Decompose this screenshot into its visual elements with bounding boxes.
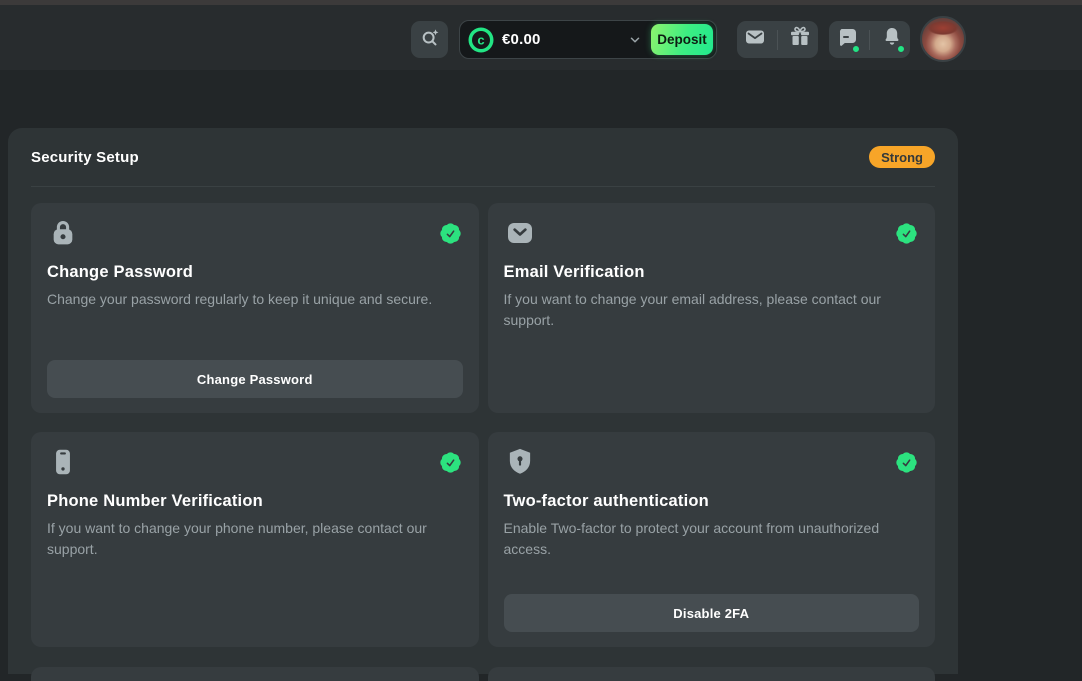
header-divider — [31, 186, 935, 187]
next-cards-row-partial — [31, 667, 935, 681]
card-top-row — [504, 446, 920, 478]
verified-check-badge — [438, 450, 463, 475]
partial-card — [31, 667, 479, 681]
verified-check-badge — [894, 221, 919, 246]
group-divider — [869, 30, 870, 50]
lock-icon — [47, 217, 79, 249]
gift-button[interactable] — [785, 25, 815, 55]
card-email-verification: Email Verification If you want to change… — [488, 203, 936, 413]
deposit-button[interactable]: Deposit — [651, 24, 713, 55]
card-change-password: Change Password Change your password reg… — [31, 203, 479, 413]
card-title: Email Verification — [504, 263, 920, 282]
chat-bell-group — [829, 21, 910, 58]
security-setup-panel: Security Setup Strong Change — [8, 128, 958, 674]
security-strength-badge: Strong — [869, 146, 935, 168]
card-description: If you want to change your email address… — [504, 289, 920, 331]
card-description: Change your password regularly to keep i… — [47, 289, 463, 310]
partial-card — [488, 667, 936, 681]
mail-icon — [743, 25, 767, 54]
card-phone-verification: Phone Number Verification If you want to… — [31, 432, 479, 647]
mail-gift-group — [737, 21, 818, 58]
mail-button[interactable] — [740, 25, 770, 55]
shield-keyhole-icon — [504, 446, 536, 478]
card-title: Two-factor authentication — [504, 492, 920, 511]
bell-notification-dot — [897, 45, 905, 53]
notifications-button[interactable] — [877, 25, 907, 55]
card-description: If you want to change your phone number,… — [47, 518, 463, 560]
envelope-icon — [504, 217, 536, 249]
search-button[interactable] — [411, 21, 448, 58]
card-top-row — [47, 217, 463, 249]
currency-coin-icon: c — [468, 27, 494, 53]
topbar: c €0.00 Deposit — [0, 5, 1082, 70]
panel-header: Security Setup Strong — [8, 128, 958, 186]
card-title: Change Password — [47, 263, 463, 282]
phone-icon — [47, 446, 79, 478]
wallet-balance-dropdown[interactable]: c €0.00 Deposit — [459, 20, 717, 59]
group-divider — [777, 30, 778, 50]
chevron-down-icon — [628, 33, 642, 52]
card-two-factor: Two-factor authentication Enable Two-fac… — [488, 432, 936, 647]
disable-2fa-button[interactable]: Disable 2FA — [504, 594, 920, 632]
search-icon — [419, 27, 441, 52]
chat-notification-dot — [852, 45, 860, 53]
verified-check-badge — [894, 450, 919, 475]
verified-check-badge — [438, 221, 463, 246]
chat-button[interactable] — [832, 25, 862, 55]
security-cards-grid: Change Password Change your password reg… — [31, 203, 935, 647]
gift-icon — [788, 25, 812, 54]
change-password-button[interactable]: Change Password — [47, 360, 463, 398]
card-top-row — [47, 446, 463, 478]
page-title: Security Setup — [31, 149, 139, 166]
card-title: Phone Number Verification — [47, 492, 463, 511]
card-description: Enable Two-factor to protect your accoun… — [504, 518, 920, 560]
wallet-balance: €0.00 — [502, 31, 541, 48]
user-avatar[interactable] — [920, 16, 966, 62]
card-top-row — [504, 217, 920, 249]
